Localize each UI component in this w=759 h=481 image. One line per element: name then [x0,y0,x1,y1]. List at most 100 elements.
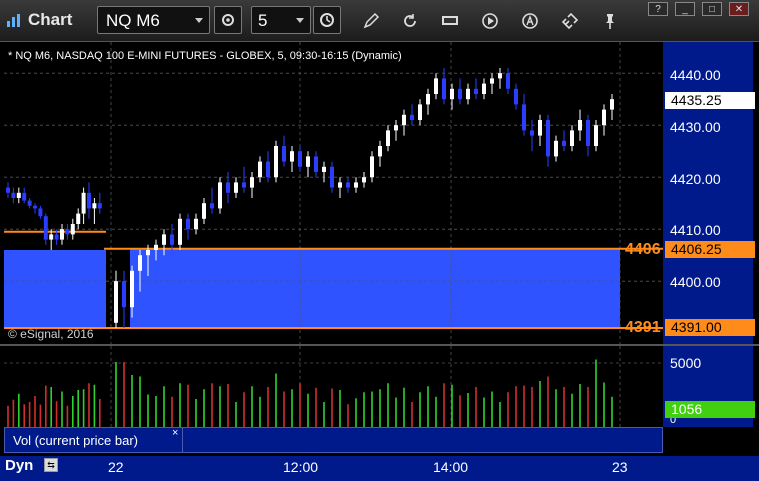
volume-chart-canvas[interactable] [4,346,663,427]
link-icon[interactable] [561,12,579,30]
candle-body [226,182,230,193]
candle-body [298,151,302,167]
candle-body [22,192,27,201]
interval-clock-button[interactable] [313,6,341,34]
pencil-icon[interactable] [362,12,380,30]
time-tick-label: 14:00 [433,459,469,475]
candle-body [43,216,48,240]
candle-body [234,182,238,193]
candle-body [482,83,486,94]
candle-body [362,177,366,183]
time-tick-label: 23 [612,459,628,475]
trade-ticket-icon[interactable] [441,12,459,30]
candle-body [210,203,214,209]
candle-body [338,182,342,188]
time-tick-label: 22 [108,459,124,475]
pin-icon[interactable] [601,12,619,30]
candle-body [290,151,294,162]
candle-body [346,182,350,188]
lower-level-line-label: 4391 [625,319,661,336]
candle-body [506,73,510,89]
maximize-button[interactable]: □ [702,2,722,16]
help-button[interactable]: ? [648,2,668,16]
volume-pane[interactable] [4,346,663,427]
candle-body [282,146,286,162]
close-icon[interactable]: × [172,427,178,439]
scroll-lock-icon[interactable]: ⇆ [44,458,58,472]
candle-body [97,203,102,209]
candle-body [370,156,374,178]
candle-body [266,161,270,178]
dynamic-mode-label[interactable]: Dyn [5,457,33,474]
volume-tick-label: 5000 [670,355,702,371]
price-chart-canvas[interactable] [4,42,663,344]
candle-body [314,156,318,172]
minimize-button[interactable]: _ [675,2,695,16]
candle-body [546,120,550,157]
candle-body [378,146,382,157]
candle-body [54,234,59,240]
candle-body [498,73,502,79]
price-tick-label: 4410.00 [670,222,721,238]
upper-level-line-label: 4406 [625,241,661,258]
candle-body [554,140,558,157]
candle-body [418,104,422,120]
candle-body [60,229,64,240]
candle-body [130,270,134,308]
candle-body [6,187,10,193]
chart-header: * NQ M6, NASDAQ 100 E-MINI FUTURES - GLO… [8,50,402,62]
candle-body [530,130,534,136]
alert-icon[interactable] [521,12,539,30]
candle-body [87,192,91,209]
candle-body [570,130,574,146]
window-title: Chart [28,10,73,29]
candle-body [27,200,32,206]
candle-body [474,88,478,94]
candle-body [402,114,406,126]
candle-body [466,88,470,100]
refresh-icon[interactable] [401,12,419,30]
symbol-settings-button[interactable] [214,6,242,34]
candle-body [602,109,606,126]
range-zone [130,248,620,328]
candle-body [11,192,16,198]
candle-body [202,203,206,219]
price-tick-label: 4400.00 [670,274,721,290]
chevron-down-icon[interactable] [296,18,304,23]
candle-body [122,281,126,308]
candle-body [274,146,278,178]
candle-body [322,166,326,172]
candle-body [146,250,150,256]
candle-body [70,224,75,235]
close-button[interactable]: ✕ [729,2,749,16]
candle-body [306,156,310,167]
price-tick-label: 4420.00 [670,171,721,187]
candle-body [330,166,334,188]
candle-body [594,125,598,146]
candle-body [442,78,446,100]
candle-body [410,114,414,120]
symbol-input[interactable]: NQ M6 [97,6,210,34]
candle-body [170,234,174,245]
price-chart[interactable] [4,42,663,344]
candle-body [154,244,158,250]
last-price-tag: 4435.25 [665,92,755,109]
candle-body [458,88,462,100]
candle-body [76,213,81,224]
candle-body [33,205,37,209]
candle-body [65,229,70,235]
interval-input[interactable]: 5 [251,6,311,34]
candle-body [426,94,430,105]
candle-body [162,234,166,245]
last-volume-tag: 1056 [665,401,755,418]
play-icon[interactable] [481,12,499,30]
price-axis[interactable] [663,42,753,344]
candle-body [92,203,97,209]
volume-legend[interactable]: Vol (current price bar) [4,427,184,453]
candle-body [522,104,526,131]
candle-body [514,88,518,105]
symbol-value: NQ M6 [106,11,160,30]
chevron-down-icon[interactable] [195,18,203,23]
clock-icon [320,13,334,27]
candle-body [386,130,390,146]
